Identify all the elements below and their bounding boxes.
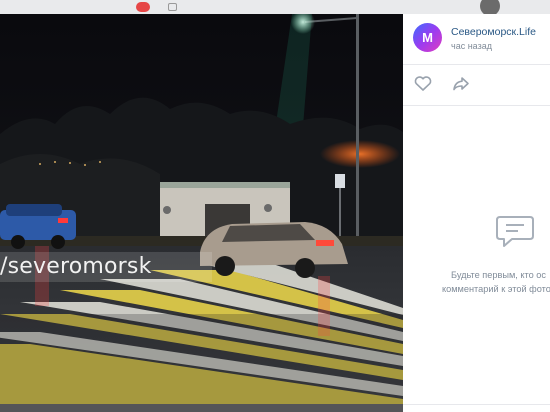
empty-line-1: Будьте первым, кто ос bbox=[451, 270, 547, 280]
empty-comments-text: Будьте первым, кто ос комментарий к этой… bbox=[403, 268, 550, 296]
empty-line-2: комментарий к этой фото bbox=[442, 284, 550, 294]
logo-letter: М bbox=[422, 30, 433, 45]
top-toolbar bbox=[0, 0, 550, 14]
avatar[interactable] bbox=[480, 0, 500, 14]
author-name-link[interactable]: Североморск.Life bbox=[451, 26, 536, 38]
message-icon[interactable] bbox=[168, 3, 177, 11]
comment-empty-icon bbox=[496, 214, 536, 250]
post-timestamp[interactable]: час назад bbox=[451, 41, 492, 51]
post-sidebar: М Североморск.Life час назад Будьте перв… bbox=[403, 14, 550, 404]
community-logo[interactable]: М bbox=[413, 23, 442, 52]
notification-badge[interactable] bbox=[136, 2, 150, 12]
watermark-text: /severomorsk bbox=[0, 252, 212, 282]
post-photo[interactable]: /severomorsk bbox=[0, 14, 403, 404]
divider bbox=[403, 64, 550, 65]
divider bbox=[403, 105, 550, 106]
heart-icon[interactable] bbox=[413, 74, 433, 94]
street-scene bbox=[0, 14, 403, 404]
post-author: М Североморск.Life час назад bbox=[413, 23, 550, 55]
bottom-sidebar-strip bbox=[403, 404, 550, 412]
bottom-strip bbox=[0, 404, 550, 412]
share-icon[interactable] bbox=[451, 74, 471, 94]
